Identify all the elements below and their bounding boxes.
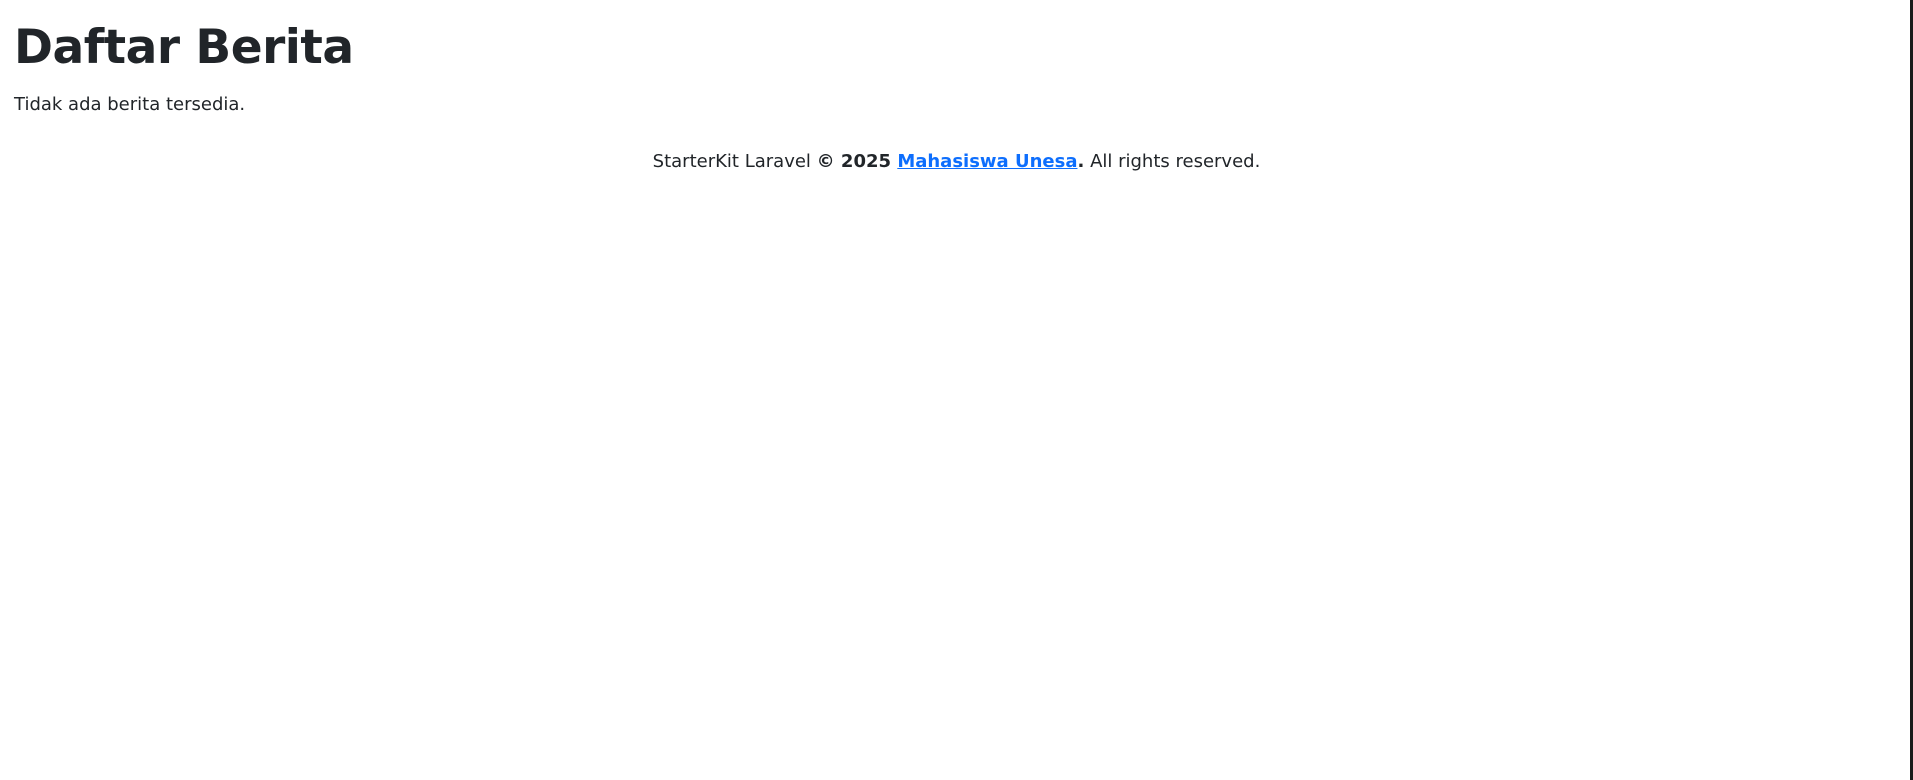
footer-copyright-text: © 2025 [816,151,892,172]
footer: StarterKit Laravel © 2025 Mahasiswa Unes… [0,150,1913,174]
empty-news-message: Tidak ada berita tersedia. [14,94,246,115]
footer-app-name: StarterKit Laravel [652,151,811,172]
page-title: Daftar Berita [14,20,354,75]
footer-period: . [1077,151,1085,172]
footer-copyright: © 2025 Mahasiswa Unesa. [817,151,1085,172]
footer-author-link[interactable]: Mahasiswa Unesa [897,151,1077,172]
footer-rights: All rights reserved. [1090,151,1261,172]
